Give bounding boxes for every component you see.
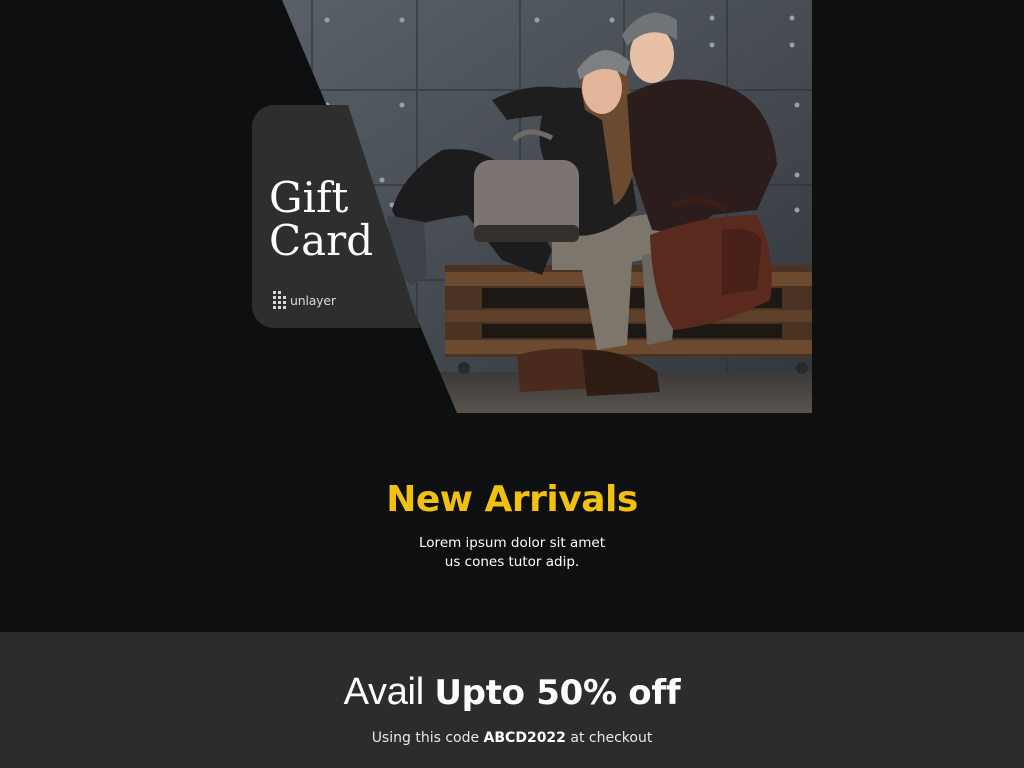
new-arrivals-description: Lorem ipsum dolor sit amet us cones tuto…: [0, 534, 1024, 572]
gift-card-line2: Card: [269, 216, 374, 265]
gift-card-line1: Gift: [269, 173, 349, 222]
description-line-2: us cones tutor adip.: [444, 554, 580, 570]
offer-headline-highlight: Upto 50% off: [434, 673, 681, 713]
offer-headline: Avail Upto 50% off: [0, 632, 1024, 715]
description-line-1: Lorem ipsum dolor sit amet: [419, 535, 605, 551]
offer-banner: Avail Upto 50% off Using this code ABCD2…: [0, 632, 1024, 768]
brand-logo: unlayer: [273, 291, 336, 309]
new-arrivals-section: New Arrivals Lorem ipsum dolor sit amet …: [0, 470, 1024, 572]
offer-code-suffix: at checkout: [570, 730, 653, 746]
gift-card-title: Gift Card: [269, 176, 419, 262]
offer-code-prefix: Using this code: [371, 730, 480, 746]
offer-headline-prefix: Avail: [343, 671, 424, 713]
new-arrivals-title: New Arrivals: [386, 479, 638, 520]
brand-name: unlayer: [290, 292, 336, 308]
unlayer-logo-icon: [273, 291, 286, 309]
hero-banner: Gift Card unlayer: [252, 0, 812, 413]
offer-code-line: Using this code ABCD2022 at checkout: [0, 728, 1024, 748]
promo-code: ABCD2022: [483, 730, 566, 746]
email-page: Gift Card unlayer New Arrivals Lorem ips…: [0, 0, 1024, 768]
